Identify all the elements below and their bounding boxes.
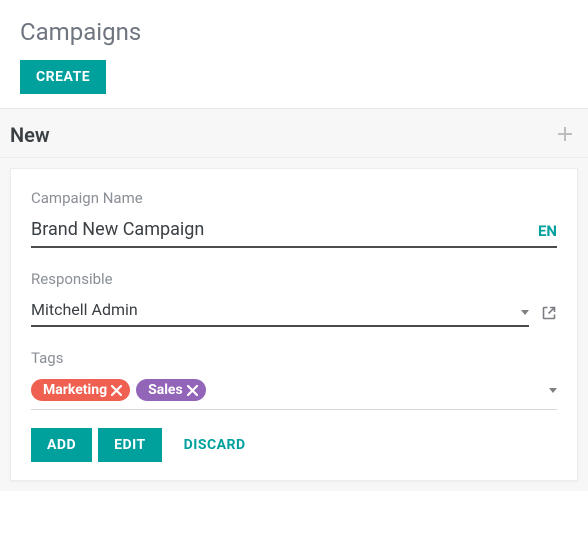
responsible-row bbox=[31, 300, 529, 327]
responsible-label: Responsible bbox=[31, 270, 557, 288]
campaign-name-row: EN bbox=[31, 219, 557, 248]
campaign-card: Campaign Name EN Responsible bbox=[10, 168, 578, 481]
external-link-icon[interactable] bbox=[541, 305, 557, 327]
add-button[interactable]: ADD bbox=[31, 428, 92, 462]
language-badge[interactable]: EN bbox=[528, 222, 557, 240]
chevron-down-icon[interactable] bbox=[549, 388, 557, 393]
chevron-down-icon[interactable] bbox=[521, 310, 529, 315]
page-header: Campaigns CREATE bbox=[0, 0, 588, 109]
field-responsible: Responsible bbox=[31, 270, 557, 327]
stage-title: New bbox=[10, 123, 50, 147]
tag-marketing: Marketing bbox=[31, 379, 130, 401]
discard-button[interactable]: DISCARD bbox=[168, 428, 262, 462]
plus-icon[interactable] bbox=[558, 125, 572, 146]
tags-label: Tags bbox=[31, 349, 557, 367]
card-area: Campaign Name EN Responsible bbox=[0, 158, 588, 491]
page-title: Campaigns bbox=[20, 18, 568, 46]
close-icon[interactable] bbox=[187, 385, 198, 396]
stage-header: New bbox=[0, 109, 588, 158]
tag-label: Marketing bbox=[43, 382, 107, 398]
edit-button[interactable]: EDIT bbox=[98, 428, 162, 462]
campaign-name-input[interactable] bbox=[31, 219, 528, 240]
close-icon[interactable] bbox=[111, 385, 122, 396]
responsible-row-outer bbox=[31, 300, 557, 327]
tags-row[interactable]: Marketing Sales bbox=[31, 379, 557, 410]
field-tags: Tags Marketing Sales bbox=[31, 349, 557, 410]
tag-label: Sales bbox=[148, 382, 183, 398]
field-campaign-name: Campaign Name EN bbox=[31, 189, 557, 248]
card-actions: ADD EDIT DISCARD bbox=[31, 428, 557, 462]
create-button[interactable]: CREATE bbox=[20, 60, 106, 94]
campaign-name-label: Campaign Name bbox=[31, 189, 557, 207]
responsible-input[interactable] bbox=[31, 300, 521, 319]
tag-sales: Sales bbox=[136, 379, 206, 401]
